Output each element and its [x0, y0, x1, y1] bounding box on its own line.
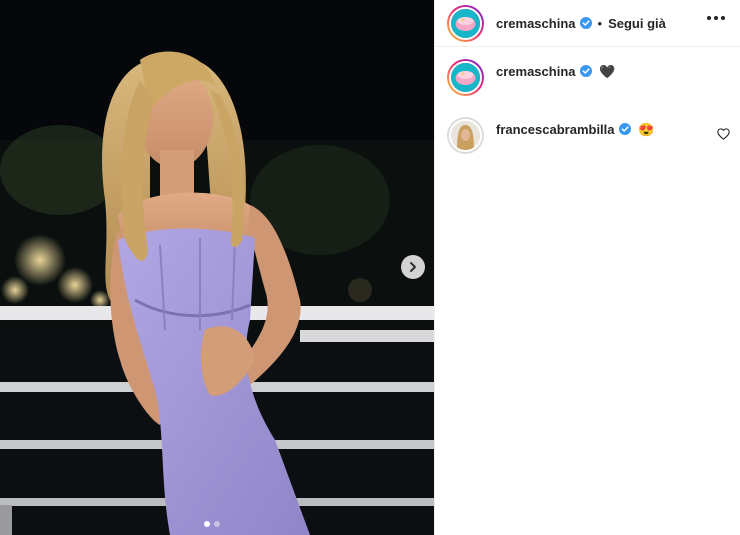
caption-avatar[interactable]: [447, 59, 484, 96]
post-image: [0, 0, 434, 535]
next-image-button[interactable]: [401, 255, 425, 279]
carousel-dot: [214, 521, 220, 527]
caption-username[interactable]: cremaschina: [496, 64, 576, 79]
caption-item: cremaschina 🖤: [447, 59, 737, 96]
profile-photo-icon: [451, 121, 480, 150]
following-button[interactable]: Segui già: [608, 16, 666, 31]
post-side-panel: cremaschina • Segui già cremaschina 🖤 fr…: [434, 0, 740, 535]
carousel-dot-active: [204, 521, 210, 527]
cake-logo-icon: [451, 8, 480, 38]
commenter-avatar[interactable]: [447, 117, 484, 154]
post-header: cremaschina • Segui già: [435, 0, 740, 47]
verified-badge-icon: [579, 65, 592, 77]
author-avatar[interactable]: [447, 4, 484, 42]
author-username[interactable]: cremaschina: [496, 16, 576, 31]
comment-username[interactable]: francescabrambilla: [496, 122, 615, 137]
cake-logo-icon: [451, 63, 480, 92]
comment-text: 😍: [638, 122, 655, 137]
more-options-icon[interactable]: [707, 16, 725, 20]
comment-item: francescabrambilla 😍: [447, 117, 737, 154]
header-separator: •: [597, 15, 603, 31]
caption-text: 🖤: [599, 64, 616, 79]
post-photo[interactable]: [0, 0, 434, 535]
heart-icon[interactable]: [717, 128, 730, 140]
verified-badge-icon: [618, 123, 631, 135]
verified-badge-icon: [579, 17, 592, 29]
chevron-right-icon: [410, 262, 416, 272]
carousel-indicator: [204, 521, 220, 527]
